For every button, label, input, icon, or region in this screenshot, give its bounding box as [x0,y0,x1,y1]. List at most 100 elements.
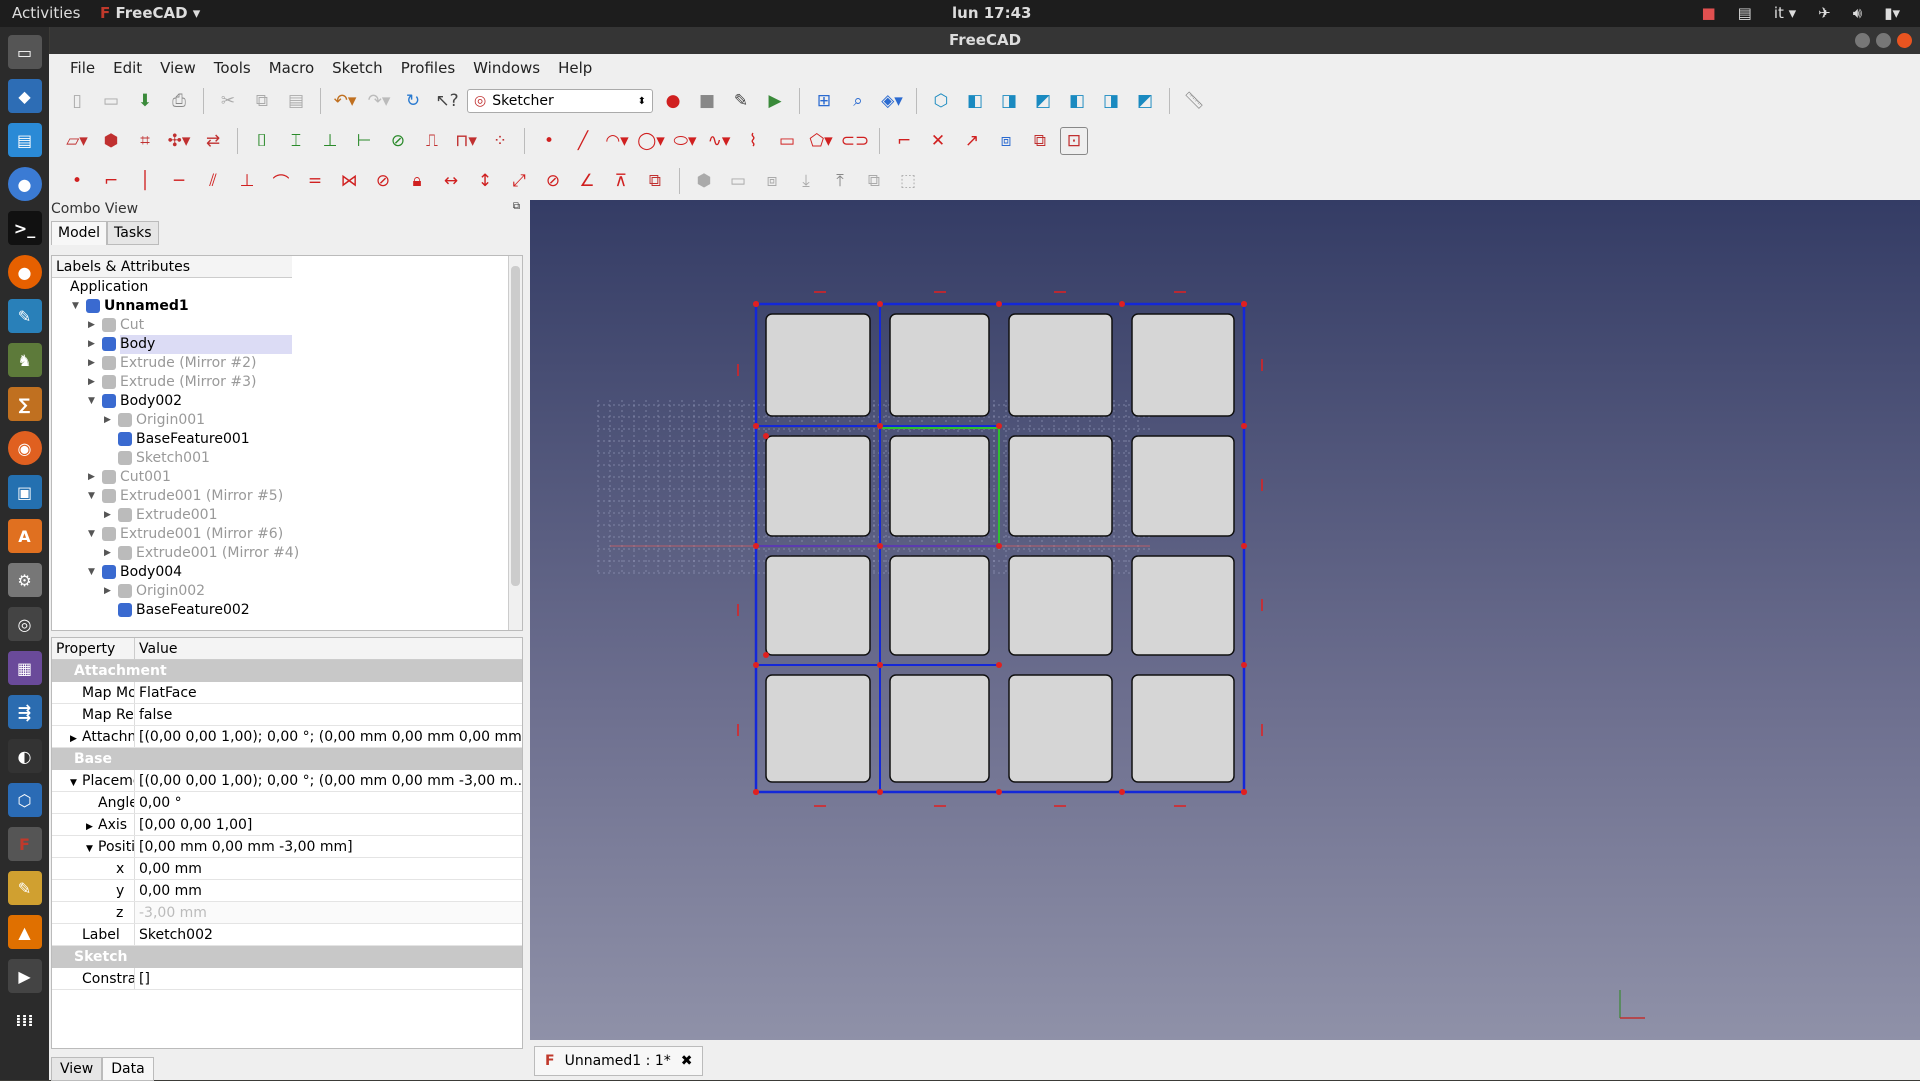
constrain-distance-icon[interactable]: ⤢ [505,167,533,195]
tree-row[interactable]: ▶ Extrude (Mirror #2) [52,354,522,373]
constrain-block-icon[interactable]: ⊘ [369,167,397,195]
undock-icon[interactable]: ⧉ [513,201,520,221]
constrain-angle-icon[interactable]: ∠ [573,167,601,195]
expanded-arrow-icon[interactable]: ▼ [86,838,98,857]
menu-edit[interactable]: Edit [104,59,151,77]
toggle-driving-icon[interactable]: ⧉ [641,167,669,195]
expanded-arrow-icon[interactable]: ▼ [88,392,98,411]
collapsed-arrow-icon[interactable]: ▶ [88,316,98,335]
copy-icon[interactable]: ⧉ [248,87,276,115]
chrome-icon[interactable]: ● [7,167,42,201]
point-icon[interactable]: • [535,127,563,155]
constrain-symmetric-icon[interactable]: ⋈ [335,167,363,195]
undo-icon[interactable]: ↶▾ [331,87,359,115]
constrain-parallel-icon[interactable]: ⫽ [199,167,227,195]
fillet-icon[interactable]: ⌐ [890,127,918,155]
property-row[interactable]: ▶Attachm...[(0,00 0,00 1,00); 0,00 °; (0… [52,726,522,748]
tree-row[interactable]: ▼ Extrude001 (Mirror #5) [52,487,522,506]
validate-sketch-icon[interactable]: ✣▾ [165,127,193,155]
expanded-arrow-icon[interactable]: ▼ [88,525,98,544]
new-file-icon[interactable]: ▯ [63,87,91,115]
tree-row[interactable]: ▼ Body002 [52,392,522,411]
merge-sketch-icon[interactable]: ⇄ [199,127,227,155]
software-center-icon[interactable]: A [7,519,42,553]
polygon-icon[interactable]: ⬠▾ [807,127,835,155]
refresh-icon[interactable]: ↻ [399,87,427,115]
construction-mode-icon[interactable]: ⊡ [1060,127,1088,155]
document-tab[interactable]: F Unnamed1 : 1* ✖ [534,1046,704,1076]
language-indicator[interactable]: it ▾ [1774,4,1796,22]
app-icon-5[interactable]: ◐ [7,739,42,773]
property-row[interactable]: x 0,00 mm [52,858,522,880]
minimize-button[interactable] [1855,33,1870,48]
expanded-arrow-icon[interactable]: ▼ [88,487,98,506]
maximize-button[interactable] [1876,33,1891,48]
part-icon-2[interactable]: ⤓ [792,167,820,195]
top-view-icon[interactable]: ◨ [995,87,1023,115]
tab-data[interactable]: Data [102,1057,154,1081]
line-icon[interactable]: ╱ [569,127,597,155]
property-row[interactable]: Map Rev...false [52,704,522,726]
print-icon[interactable]: ⎙ [165,87,193,115]
writer-icon[interactable]: ▤ [7,123,42,157]
tree-row[interactable]: ▼ Extrude001 (Mirror #6) [52,525,522,544]
slot-icon[interactable]: ⊂⊃ [841,127,870,155]
expanded-arrow-icon[interactable]: ▼ [70,772,82,791]
tab-tasks[interactable]: Tasks [107,221,159,245]
show-hide-geometry-icon[interactable]: ⊘ [384,127,412,155]
paste-icon[interactable]: ▤ [282,87,310,115]
app-icon-4[interactable]: ⇶ [7,695,42,729]
collapsed-arrow-icon[interactable]: ▶ [88,335,98,354]
constrain-lock-icon[interactable]: 🔒︎ [403,167,431,195]
tree-row[interactable]: ▶ Extrude001 [52,506,522,525]
calc-icon[interactable]: ∑ [7,387,42,421]
collapsed-arrow-icon[interactable]: ▶ [88,468,98,487]
constrain-vertical-distance-icon[interactable]: ↕ [471,167,499,195]
select-horizontal-axis-icon[interactable]: ⊢ [350,127,378,155]
arc-icon[interactable]: ◠▾ [603,127,631,155]
battery-icon[interactable]: ▮▾ [1884,4,1900,22]
airplane-icon[interactable]: ✈ [1818,4,1831,22]
menu-profiles[interactable]: Profiles [392,59,464,77]
stop-macro-icon[interactable]: ■ [693,87,721,115]
extend-icon[interactable]: ↗ [958,127,986,155]
collapsed-arrow-icon[interactable]: ▶ [104,582,114,601]
constrain-horizontal-icon[interactable]: ─ [165,167,193,195]
record-macro-icon[interactable]: ● [659,87,687,115]
bottom-view-icon[interactable]: ◨ [1097,87,1125,115]
volume-icon[interactable]: 🔊︎ [1853,4,1862,22]
tree-row[interactable]: ▼ Body004 [52,563,522,582]
isometric-view-icon[interactable]: ⬡ [927,87,955,115]
constrain-point-on-object-icon[interactable]: ⌐ [97,167,125,195]
constrain-radius-icon[interactable]: ⊘ [539,167,567,195]
tree-row[interactable]: ▶ Origin002 [52,582,522,601]
carbon-copy-icon[interactable]: ⧉ [1026,127,1054,155]
constrain-vertical-icon[interactable]: │ [131,167,159,195]
collapsed-arrow-icon[interactable]: ▶ [104,411,114,430]
close-button[interactable] [1897,33,1912,48]
new-sketch-icon[interactable]: ▱▾ [63,127,91,155]
clipboard-icon[interactable]: ▤ [1738,4,1752,22]
app-menu[interactable]: F FreeCAD ▾ [100,4,200,22]
polyline-icon[interactable]: ⌇ [739,127,767,155]
model-tree[interactable]: Labels & Attributes Application ▼ Unnamed1… [51,255,523,631]
property-row[interactable]: ▼Positi...[0,00 mm 0,00 mm -3,00 mm] [52,836,522,858]
menu-file[interactable]: File [61,59,104,77]
game-icon[interactable]: ♞ [7,343,42,377]
tab-view[interactable]: View [51,1057,103,1081]
property-row[interactable]: ▶ Axis [0,00 0,00 1,00] [52,814,522,836]
circle-icon[interactable]: ◯▾ [637,127,665,155]
property-row[interactable]: y 0,00 mm [52,880,522,902]
part-icon-3[interactable]: ⤒ [826,167,854,195]
symmetry-icon[interactable]: ⎍ [418,127,446,155]
tree-row[interactable]: Application [52,278,522,297]
editor-icon[interactable]: ✎ [7,299,42,333]
bspline-icon[interactable]: ∿▾ [705,127,733,155]
menu-sketch[interactable]: Sketch [323,59,392,77]
tree-row[interactable]: ▶ Extrude (Mirror #3) [52,373,522,392]
3d-view[interactable] [530,200,1920,1040]
pad-icon[interactable]: ⬢ [690,167,718,195]
menu-view[interactable]: View [151,59,205,77]
tree-row[interactable]: ▶ Cut [52,316,522,335]
tree-row[interactable]: ▶ Origin001 [52,411,522,430]
